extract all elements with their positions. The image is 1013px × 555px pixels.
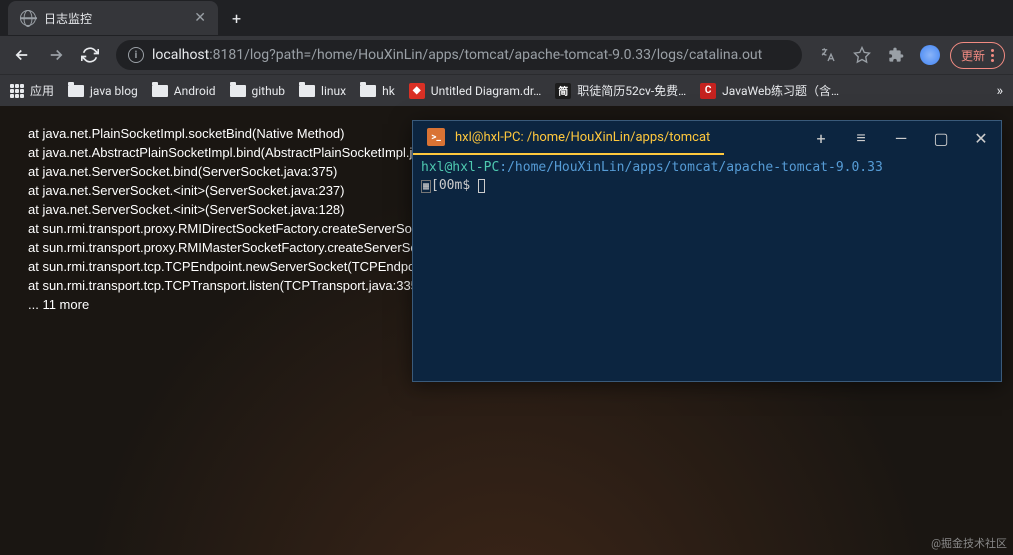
- terminal-maximize-button[interactable]: ▢: [921, 121, 961, 155]
- apps-grid-icon: [10, 84, 24, 98]
- favicon: C: [700, 83, 716, 99]
- omnibox[interactable]: i localhost:8181/log?path=/home/HouXinLi…: [116, 40, 802, 70]
- bookmarks-overflow-icon[interactable]: »: [996, 83, 1003, 99]
- browser-tab[interactable]: 日志监控 ✕: [8, 1, 218, 35]
- bookmark-folder[interactable]: github: [230, 84, 286, 98]
- cursor-icon: [478, 179, 485, 193]
- terminal-body[interactable]: hxl@hxl-PC:/home/HouXinLin/apps/tomcat/a…: [413, 155, 1001, 200]
- bookmark-star-icon[interactable]: [848, 41, 876, 69]
- terminal-close-button[interactable]: ✕: [961, 121, 1001, 155]
- close-icon[interactable]: ✕: [194, 10, 206, 26]
- url-text: localhost:8181/log?path=/home/HouXinLin/…: [152, 47, 762, 63]
- reload-button[interactable]: [76, 41, 104, 69]
- bookmarks-bar: 应用 java blog Android github linux hk ◆Un…: [0, 74, 1013, 106]
- bookmark-link[interactable]: CJavaWeb练习题（含…: [700, 82, 839, 99]
- terminal-hamburger-icon[interactable]: ≡: [841, 121, 881, 155]
- browser-tab-strip: 日志监控 ✕ +: [0, 0, 1013, 36]
- terminal-new-tab-button[interactable]: +: [801, 121, 841, 155]
- apps-shortcut[interactable]: 应用: [10, 82, 54, 99]
- folder-icon: [68, 85, 84, 97]
- browser-toolbar: i localhost:8181/log?path=/home/HouXinLi…: [0, 36, 1013, 74]
- terminal-line: hxl@hxl-PC:/home/HouXinLin/apps/tomcat/a…: [421, 159, 993, 177]
- terminal-tab[interactable]: >_ hxl@hxl-PC: /home/HouXinLin/apps/tomc…: [413, 121, 724, 155]
- terminal-titlebar[interactable]: >_ hxl@hxl-PC: /home/HouXinLin/apps/tomc…: [413, 121, 1001, 155]
- bookmark-folder[interactable]: Android: [152, 84, 216, 98]
- folder-icon: [360, 85, 376, 97]
- terminal-title: hxl@hxl-PC: /home/HouXinLin/apps/tomcat: [455, 130, 710, 145]
- bookmark-folder[interactable]: hk: [360, 84, 395, 98]
- kebab-icon: [991, 49, 994, 62]
- back-button[interactable]: [8, 41, 36, 69]
- translate-icon[interactable]: [814, 41, 842, 69]
- favicon: 简: [555, 83, 571, 99]
- terminal-line: ▦[00m$: [421, 177, 993, 196]
- globe-icon: [20, 10, 36, 26]
- favicon: ◆: [409, 83, 425, 99]
- new-tab-button[interactable]: +: [218, 9, 255, 28]
- tab-title: 日志监控: [44, 10, 92, 27]
- folder-icon: [299, 85, 315, 97]
- update-button[interactable]: 更新: [950, 42, 1005, 69]
- bookmark-folder[interactable]: java blog: [68, 84, 138, 98]
- forward-button[interactable]: [42, 41, 70, 69]
- bookmark-link[interactable]: 简职徒简历52cv-免费…: [555, 82, 686, 99]
- terminal-icon: >_: [427, 128, 445, 146]
- folder-icon: [152, 85, 168, 97]
- site-info-icon[interactable]: i: [128, 47, 144, 63]
- extensions-icon[interactable]: [882, 41, 910, 69]
- watermark: @掘金技术社区: [931, 535, 1007, 551]
- profile-avatar-icon[interactable]: [916, 41, 944, 69]
- bookmark-folder[interactable]: linux: [299, 84, 346, 98]
- folder-icon: [230, 85, 246, 97]
- terminal-minimize-button[interactable]: —: [881, 121, 921, 155]
- terminal-window[interactable]: >_ hxl@hxl-PC: /home/HouXinLin/apps/tomc…: [412, 120, 1002, 382]
- bookmark-link[interactable]: ◆Untitled Diagram.dr…: [409, 83, 541, 99]
